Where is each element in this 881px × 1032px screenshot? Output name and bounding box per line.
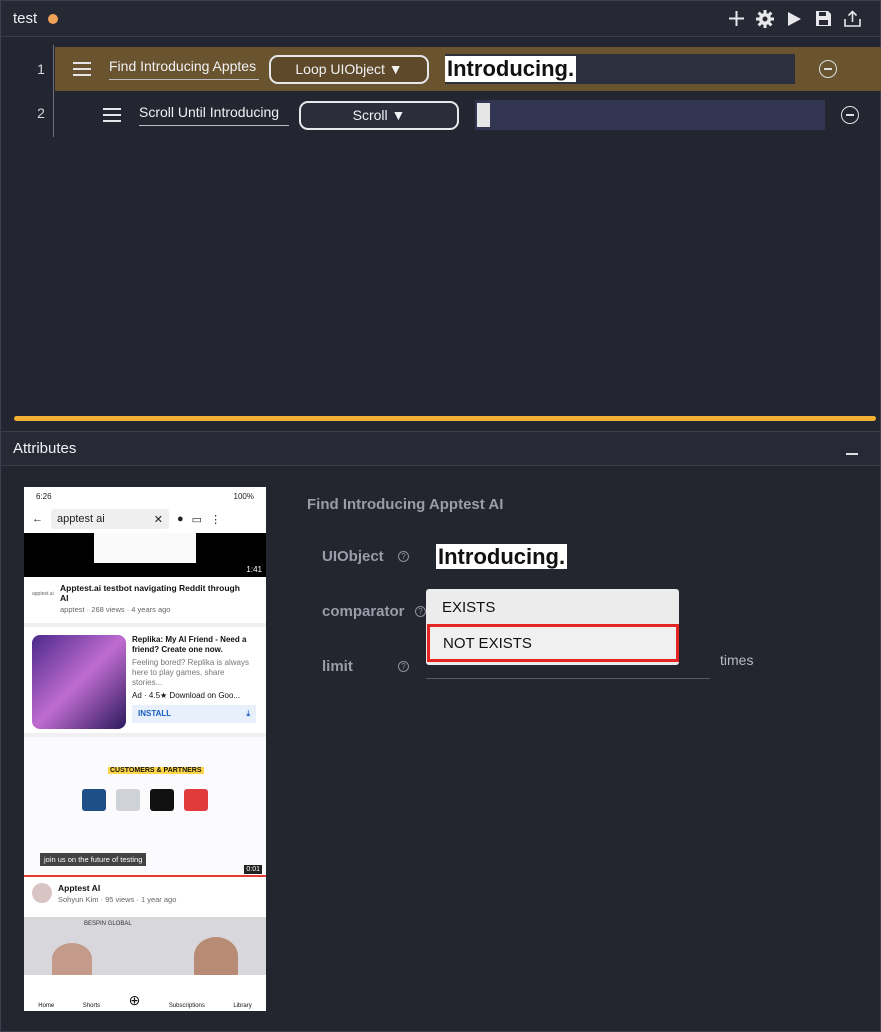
clear-icon: ✕ — [153, 513, 163, 526]
ad-image — [32, 635, 126, 729]
nav-home: Home — [38, 1003, 55, 1009]
partner-logos — [82, 789, 208, 811]
attributes-panel: Attributes 6:26 100% ← apptest ai ✕ ● ▭ … — [1, 431, 880, 1031]
horizontal-scrollbar[interactable] — [14, 416, 876, 421]
drag-handle-icon[interactable] — [73, 62, 91, 76]
title-bar: test — [1, 1, 880, 37]
partners-video: CUSTOMERS & PARTNERS join us on the futu… — [24, 737, 266, 877]
option-not-exists[interactable]: NOT EXISTS — [427, 624, 679, 662]
uiobject-label: UIObject — [322, 548, 384, 565]
mic-icon: ● — [177, 513, 184, 525]
uiobject-thumbnail: Introducing. — [445, 56, 577, 82]
phone-battery: 100% — [233, 491, 254, 501]
gear-icon[interactable] — [755, 9, 775, 29]
video-thumbnail: BESPIN GLOBAL — [24, 917, 266, 975]
back-arrow-icon: ← — [32, 513, 43, 525]
partner-logo — [184, 789, 208, 811]
channel-video-title: Apptest AI — [58, 883, 101, 893]
ad-meta: Ad · 4.5★ Download on Goo... — [132, 691, 241, 700]
video-caption: join us on the future of testing — [40, 853, 147, 866]
video-meta: apptest · 268 views · 4 years ago — [60, 605, 171, 614]
ad-install-button: INSTALL ⤓ — [132, 705, 256, 723]
nav-shorts: Shorts — [82, 1003, 101, 1009]
cast-icon: ▭ — [191, 513, 203, 526]
toolbar — [726, 9, 880, 29]
minimize-icon[interactable] — [846, 452, 858, 455]
phone-search-field: apptest ai ✕ — [51, 509, 169, 529]
channel-logo: apptest.ai — [32, 591, 54, 597]
more-icon: ⋮ — [210, 513, 222, 526]
remove-step-icon[interactable] — [841, 106, 859, 124]
plus-icon[interactable] — [726, 9, 746, 29]
nav-library: Library — [233, 1003, 252, 1009]
video-info: apptest.ai Apptest.ai testbot navigating… — [24, 577, 266, 627]
phone-nav-bar: Home Shorts ⊕ Subscriptions Library — [24, 983, 266, 1011]
video-frame — [94, 533, 196, 563]
step-label[interactable]: Find Introducing Apptes — [109, 58, 259, 80]
action-dropdown[interactable]: Loop UIObject ▼ — [269, 54, 429, 84]
channel-row: Apptest AI Sohyun Kim · 95 views · 1 yea… — [24, 877, 266, 917]
install-label: INSTALL — [138, 709, 172, 718]
step-value-field[interactable] — [475, 100, 825, 130]
attributes-form-title: Find Introducing Apptest AI — [307, 496, 504, 513]
limit-label: limit — [322, 658, 353, 675]
step-value-field[interactable]: Introducing. — [445, 54, 795, 84]
comparator-dropdown[interactable]: EXISTS NOT EXISTS — [426, 589, 679, 665]
action-dropdown[interactable]: Scroll ▼ — [299, 100, 459, 130]
video-duration: 1:41 — [246, 565, 262, 574]
screenshot-thumbnail — [477, 103, 490, 127]
help-icon[interactable]: ? — [398, 661, 409, 672]
partner-logo — [82, 789, 106, 811]
uiobject-image: Introducing. — [436, 544, 568, 569]
limit-unit: times — [720, 652, 754, 668]
video-thumbnail: 1:41 — [24, 533, 266, 577]
ad-card: Replika: My AI Friend - Need a friend? C… — [24, 627, 266, 737]
phone-search-query: apptest ai — [57, 513, 105, 525]
option-exists[interactable]: EXISTS — [426, 589, 679, 625]
uiobject-value[interactable]: Introducing. — [436, 544, 568, 570]
app-window: test 1 2 Find Introducing Apptes Loop UI… — [0, 0, 881, 1032]
partner-logo — [150, 789, 174, 811]
step-label[interactable]: Scroll Until Introducing — [139, 104, 289, 126]
download-icon: ⤓ — [246, 709, 250, 718]
save-icon[interactable] — [813, 9, 833, 29]
gutter-line — [53, 45, 54, 137]
channel-video-meta: Sohyun Kim · 95 views · 1 year ago — [58, 895, 177, 904]
ad-description: Feeling bored? Replika is always here to… — [132, 658, 249, 687]
drag-handle-icon[interactable] — [103, 108, 121, 122]
device-screenshot[interactable]: 6:26 100% ← apptest ai ✕ ● ▭ ⋮ 1:41 appt… — [24, 487, 266, 1011]
person-figure — [194, 937, 238, 975]
comparator-label: comparator — [322, 603, 405, 620]
person-figure — [52, 943, 92, 975]
attributes-header: Attributes — [1, 432, 880, 466]
step-row[interactable]: Find Introducing Apptes Loop UIObject ▼ … — [55, 47, 881, 91]
script-editor: test 1 2 Find Introducing Apptes Loop UI… — [1, 1, 881, 426]
script-title: test — [13, 10, 38, 27]
attributes-title: Attributes — [13, 440, 77, 457]
phone-time: 6:26 — [36, 491, 52, 501]
unsaved-indicator — [48, 13, 59, 24]
limit-input[interactable] — [426, 678, 710, 679]
video-timestamp: 0:01 — [244, 865, 262, 874]
help-icon[interactable]: ? — [415, 606, 426, 617]
phone-status-bar: 6:26 100% — [24, 487, 266, 505]
phone-search-bar: ← apptest ai ✕ ● ▭ ⋮ — [24, 505, 266, 533]
partner-logo — [116, 789, 140, 811]
help-icon[interactable]: ? — [398, 551, 409, 562]
export-icon[interactable] — [842, 9, 862, 29]
watermark: BESPIN GLOBAL — [84, 921, 132, 927]
avatar — [32, 883, 52, 903]
add-icon: ⊕ — [128, 992, 141, 1008]
remove-step-icon[interactable] — [819, 60, 837, 78]
line-number: 1 — [37, 61, 45, 77]
play-icon[interactable] — [784, 9, 804, 29]
partners-heading: CUSTOMERS & PARTNERS — [108, 767, 204, 774]
nav-subscriptions: Subscriptions — [168, 1003, 205, 1009]
step-row[interactable]: Scroll Until Introducing Scroll ▼ — [55, 95, 881, 135]
video-title: Apptest.ai testbot navigating Reddit thr… — [60, 583, 240, 603]
line-number: 2 — [37, 105, 45, 121]
ad-title: Replika: My AI Friend - Need a friend? C… — [132, 635, 247, 654]
